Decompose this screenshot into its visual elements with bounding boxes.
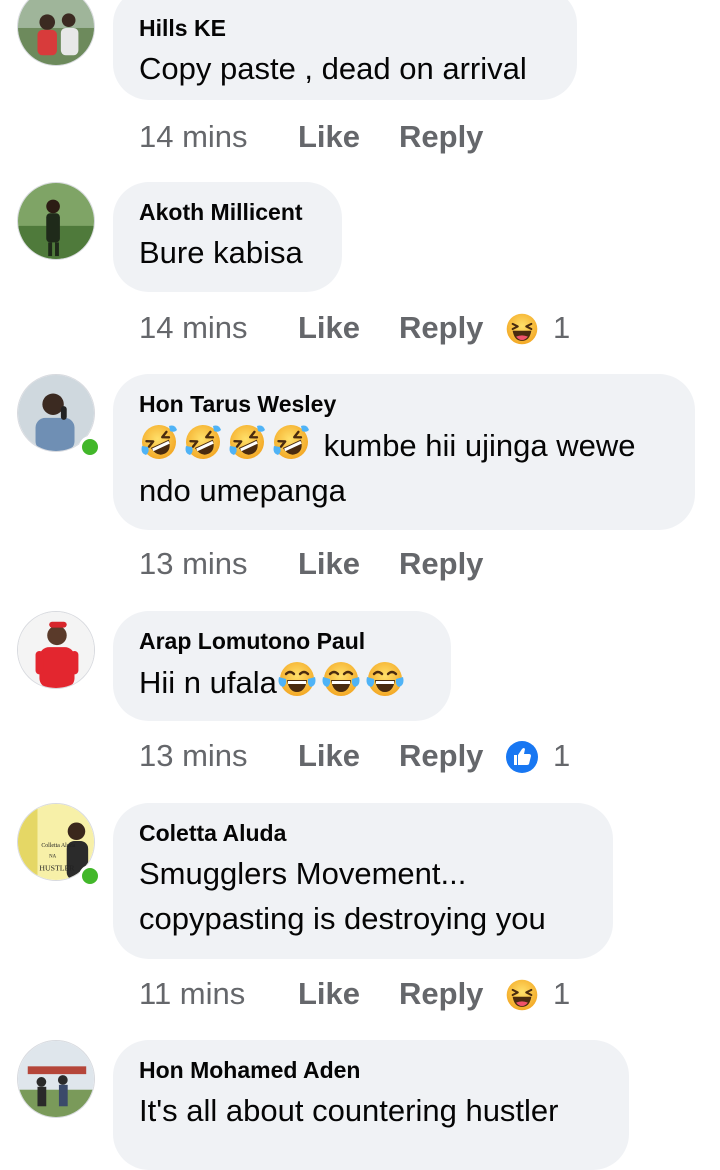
comment-time[interactable]: 13 mins <box>139 544 248 584</box>
rolling-laughing-emoji-icon <box>271 422 311 462</box>
comment-author[interactable]: Arap Lomutono Paul <box>139 627 425 655</box>
comment-text: Copy paste , dead on arrival <box>139 51 527 86</box>
reply-button[interactable]: Reply <box>399 736 483 776</box>
profile-photo-icon <box>18 612 94 688</box>
reply-button[interactable]: Reply <box>399 544 483 584</box>
avatar[interactable] <box>17 1040 95 1118</box>
comment-text: Bure kabisa <box>139 235 303 270</box>
comment-text: Hii n ufala <box>139 659 425 705</box>
comment-text-line: Smugglers Movement... <box>139 856 467 891</box>
comment-text: kumbe hii ujinga wewe ndo umepanga <box>139 422 669 513</box>
comment-author[interactable]: Hon Tarus Wesley <box>139 390 669 418</box>
comment-time[interactable]: 11 mins <box>139 974 245 1014</box>
rolling-laughing-emoji-icon <box>183 422 223 462</box>
comment-text-line: kumbe hii ujinga wewe <box>323 428 636 463</box>
comment-author[interactable]: Akoth Millicent <box>139 198 316 226</box>
online-status-icon <box>79 436 101 458</box>
like-button[interactable]: Like <box>298 974 360 1014</box>
comment-bubble: Coletta Aluda Smugglers Movement... copy… <box>113 803 613 959</box>
profile-photo-icon <box>18 1041 94 1117</box>
comment-author[interactable]: Coletta Aluda <box>139 819 587 847</box>
reaction-count[interactable]: 1 <box>553 308 570 348</box>
comment-text-line: copypasting is destroying you <box>139 901 546 936</box>
profile-photo-icon <box>18 183 94 259</box>
profile-photo-icon <box>18 0 94 65</box>
comment-text-line: ndo umepanga <box>139 473 346 508</box>
like-button[interactable]: Like <box>298 736 360 776</box>
comment-text: Smugglers Movement... copypasting is des… <box>139 851 587 941</box>
avatar-caption: Colletta Aluda <box>41 843 75 849</box>
like-button[interactable]: Like <box>298 308 360 348</box>
reaction-count[interactable]: 1 <box>553 974 570 1014</box>
avatar[interactable] <box>17 182 95 260</box>
like-button[interactable]: Like <box>298 117 360 157</box>
comment-text-line: Hii n ufala <box>139 665 277 700</box>
like-button[interactable]: Like <box>298 544 360 584</box>
comment-author[interactable]: Hills KE <box>139 14 551 42</box>
tears-of-joy-emoji-icon <box>277 659 317 699</box>
reply-button[interactable]: Reply <box>399 308 483 348</box>
reaction-count[interactable]: 1 <box>553 736 570 776</box>
tears-of-joy-emoji-icon <box>321 659 361 699</box>
avatar-caption: HUSTLER <box>39 863 75 872</box>
tears-of-joy-emoji-icon <box>365 659 405 699</box>
comment-bubble: Akoth Millicent Bure kabisa <box>113 182 342 292</box>
avatar[interactable] <box>17 0 95 66</box>
avatar[interactable] <box>17 611 95 689</box>
comment-text: It's all about countering hustler <box>139 1093 559 1128</box>
comment-time[interactable]: 14 mins <box>139 117 248 157</box>
rolling-laughing-emoji-icon <box>139 422 179 462</box>
avatar-caption: NA <box>49 855 57 860</box>
comment-author[interactable]: Hon Mohamed Aden <box>139 1056 603 1084</box>
comment-bubble: Arap Lomutono Paul Hii n ufala <box>113 611 451 721</box>
laughing-squint-emoji-icon[interactable] <box>505 978 539 1012</box>
rolling-laughing-emoji-icon <box>227 422 267 462</box>
reply-button[interactable]: Reply <box>399 117 483 157</box>
laughing-squint-emoji-icon[interactable] <box>505 312 539 346</box>
online-status-icon <box>79 865 101 887</box>
reply-button[interactable]: Reply <box>399 974 483 1014</box>
comment-time[interactable]: 14 mins <box>139 308 248 348</box>
like-thumb-icon[interactable] <box>505 740 539 774</box>
comment-bubble: Hon Mohamed Aden It's all about counteri… <box>113 1040 629 1170</box>
comment-bubble: Hon Tarus Wesley kumbe hii ujinga wewe n… <box>113 374 695 530</box>
comment-time[interactable]: 13 mins <box>139 736 248 776</box>
comment-bubble: Hills KE Copy paste , dead on arrival <box>113 0 577 100</box>
